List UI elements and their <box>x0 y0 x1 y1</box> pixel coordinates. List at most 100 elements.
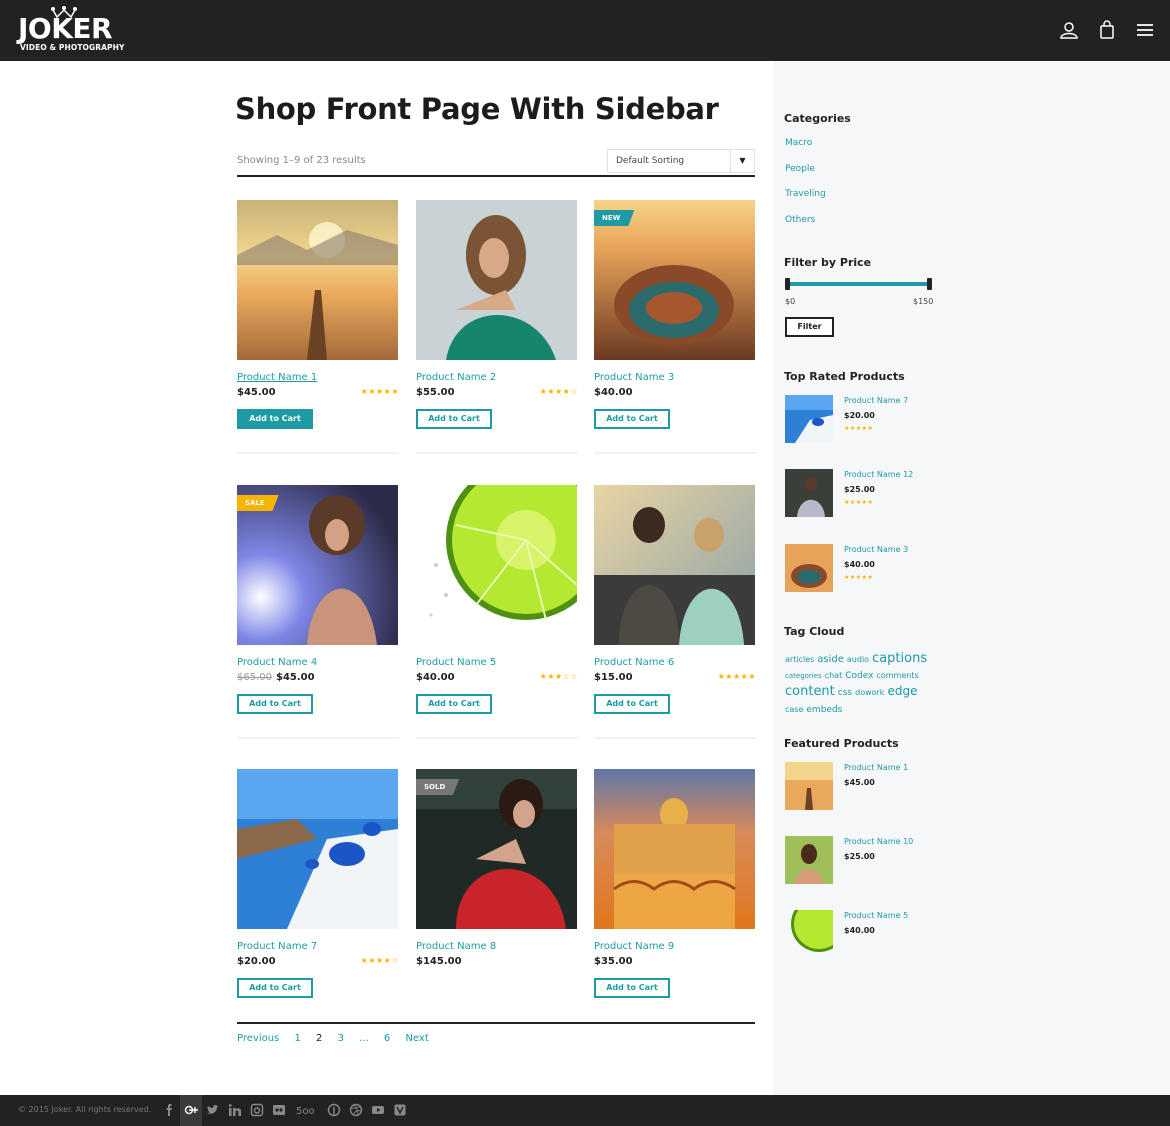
product-price: $25.00 <box>844 485 875 494</box>
500px-icon[interactable]: 5oo <box>296 1103 316 1117</box>
product-name[interactable]: Product Name 6 <box>594 657 674 668</box>
tag-link[interactable]: chat <box>825 671 843 680</box>
tag-link[interactable]: edge <box>887 684 917 698</box>
tag-link[interactable]: categories <box>785 672 822 680</box>
product-image[interactable]: SALE <box>237 485 398 645</box>
add-to-cart-button[interactable]: Add to Cart <box>594 978 670 998</box>
logo[interactable]: JOKER VIDEO & PHOTOGRAPHY <box>18 6 128 56</box>
product-name[interactable]: Product Name 5 <box>844 911 908 920</box>
add-to-cart-button[interactable]: Add to Cart <box>237 694 313 714</box>
product-image[interactable] <box>594 485 755 645</box>
product-thumbnail[interactable] <box>785 762 833 810</box>
shopping-bag-icon[interactable] <box>1097 20 1117 40</box>
price-slider-max-handle[interactable] <box>927 278 932 290</box>
instagram-icon[interactable] <box>250 1103 264 1117</box>
tag-link[interactable]: content <box>785 684 835 699</box>
sort-select-value: Default Sorting <box>616 156 685 166</box>
product-name[interactable]: Product Name 1 <box>844 763 908 772</box>
vine-icon[interactable] <box>393 1103 407 1117</box>
product-name[interactable]: Product Name 7 <box>844 396 908 405</box>
top-rated-item[interactable]: Product Name 3 $40.00 ★★★★★ <box>785 544 945 594</box>
product-name[interactable]: Product Name 1 <box>237 372 317 383</box>
page-link[interactable]: 1 <box>294 1033 300 1044</box>
product-name[interactable]: Product Name 9 <box>594 941 674 952</box>
filter-button[interactable]: Filter <box>785 317 834 337</box>
twitter-icon[interactable] <box>206 1103 220 1117</box>
featured-item[interactable]: Product Name 1 $45.00 <box>785 762 945 812</box>
youtube-icon[interactable] <box>371 1103 385 1117</box>
old-price: $65.00 <box>237 672 272 683</box>
product-name[interactable]: Product Name 4 <box>237 657 317 668</box>
price-max-label: $150 <box>913 297 934 306</box>
top-rated-item[interactable]: Product Name 12 $25.00 ★★★★★ <box>785 469 945 519</box>
top-rated-item[interactable]: Product Name 7 $20.00 ★★★★★ <box>785 395 945 445</box>
page-link[interactable]: 6 <box>384 1033 390 1044</box>
tag-link[interactable]: css <box>838 688 852 698</box>
tag-link[interactable]: case <box>785 705 803 714</box>
add-to-cart-button[interactable]: Add to Cart <box>594 409 670 429</box>
product-image[interactable]: NEW <box>594 200 755 360</box>
divider <box>416 452 578 454</box>
pagination: Previous 1 2 3 ... 6 Next <box>237 1033 441 1044</box>
product-price: $45.00 <box>844 778 875 787</box>
linkedin-icon[interactable] <box>228 1103 242 1117</box>
product-name[interactable]: Product Name 5 <box>416 657 496 668</box>
category-link[interactable]: Others <box>785 215 815 225</box>
product-thumbnail[interactable] <box>785 544 833 592</box>
menu-icon[interactable] <box>1135 20 1155 40</box>
price-value: $35.00 <box>594 956 633 967</box>
category-link[interactable]: People <box>785 164 815 174</box>
price-value: $20.00 <box>237 956 276 967</box>
product-image[interactable] <box>594 769 755 929</box>
category-link[interactable]: Traveling <box>785 189 826 199</box>
product-name[interactable]: Product Name 3 <box>594 372 674 383</box>
page-link[interactable]: 3 <box>338 1033 344 1044</box>
featured-item[interactable]: Product Name 10 $25.00 <box>785 836 945 886</box>
product-image[interactable]: SOLD <box>416 769 577 929</box>
product-image[interactable] <box>237 200 398 360</box>
product-name[interactable]: Product Name 10 <box>844 837 913 846</box>
previous-page-link[interactable]: Previous <box>237 1033 279 1044</box>
product-name[interactable]: Product Name 2 <box>416 372 496 383</box>
product-thumbnail[interactable] <box>785 836 833 884</box>
tag-link[interactable]: articles <box>785 655 814 664</box>
price-slider-min-handle[interactable] <box>785 278 790 290</box>
flickr-icon[interactable] <box>272 1103 286 1117</box>
user-icon[interactable] <box>1059 20 1079 40</box>
product-image[interactable] <box>416 485 577 645</box>
product-image[interactable] <box>237 769 398 929</box>
product-name[interactable]: Product Name 7 <box>237 941 317 952</box>
tag-link[interactable]: comments <box>876 671 918 680</box>
tag-link[interactable]: embeds <box>806 705 842 715</box>
dribbble-icon[interactable] <box>349 1103 363 1117</box>
add-to-cart-button[interactable]: Add to Cart <box>237 978 313 998</box>
tag-link[interactable]: aside <box>817 654 844 665</box>
product-name[interactable]: Product Name 12 <box>844 470 913 479</box>
price-value: $55.00 <box>416 387 455 398</box>
product-price: $40.00 <box>844 560 875 569</box>
product-thumbnail[interactable] <box>785 395 833 443</box>
facebook-icon[interactable] <box>162 1103 176 1117</box>
tag-link[interactable]: dowork <box>855 688 884 697</box>
featured-item[interactable]: Product Name 5 $40.00 <box>785 910 945 960</box>
tag-link[interactable]: Codex <box>845 671 873 681</box>
sold-badge: SOLD <box>416 779 460 795</box>
product-image[interactable] <box>416 200 577 360</box>
sort-select[interactable]: Default Sorting ▼ <box>607 149 755 173</box>
add-to-cart-button[interactable]: Add to Cart <box>594 694 670 714</box>
next-page-link[interactable]: Next <box>405 1033 428 1044</box>
pinterest-icon[interactable] <box>327 1103 341 1117</box>
add-to-cart-button[interactable]: Add to Cart <box>416 694 492 714</box>
price-value: $145.00 <box>416 956 462 967</box>
price-slider-track[interactable] <box>787 282 930 286</box>
google-plus-icon[interactable] <box>180 1095 202 1126</box>
add-to-cart-button[interactable]: Add to Cart <box>237 409 313 429</box>
category-link[interactable]: Macro <box>785 138 812 148</box>
product-thumbnail[interactable] <box>785 910 833 958</box>
tag-link[interactable]: captions <box>872 651 927 666</box>
tag-link[interactable]: audio <box>847 655 869 664</box>
product-thumbnail[interactable] <box>785 469 833 517</box>
add-to-cart-button[interactable]: Add to Cart <box>416 409 492 429</box>
product-name[interactable]: Product Name 3 <box>844 545 908 554</box>
product-name[interactable]: Product Name 8 <box>416 941 496 952</box>
